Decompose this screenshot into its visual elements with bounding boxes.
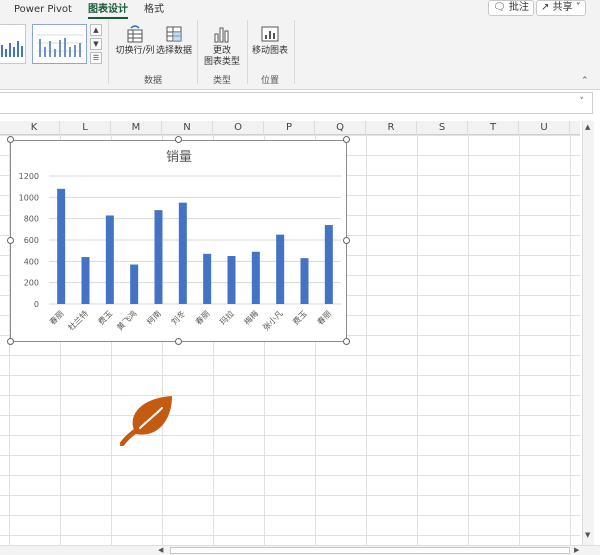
comments-button[interactable]: 🗨 批注: [488, 0, 534, 16]
ribbon-divider: [247, 20, 248, 84]
column-header-row: KLMNOPQRSTU: [0, 121, 580, 135]
resize-handle-right[interactable]: [343, 237, 350, 244]
ribbon-divider: [108, 20, 109, 84]
chart-title: 销量: [166, 150, 192, 165]
scroll-down-icon[interactable]: ▼: [585, 531, 590, 539]
tab-format[interactable]: 格式: [144, 3, 164, 17]
bar[interactable]: [324, 225, 333, 304]
resize-handle-left[interactable]: [7, 237, 14, 244]
ribbon-divider: [294, 20, 295, 84]
column-header[interactable]: U: [519, 121, 570, 135]
leaf-icon[interactable]: [120, 392, 176, 446]
switch-row-column-button[interactable]: 切换行/列: [114, 24, 156, 57]
scroll-up-icon[interactable]: ▲: [585, 123, 590, 131]
formula-bar[interactable]: ˅: [0, 92, 593, 114]
bar[interactable]: [300, 258, 309, 304]
chart-style-thumbnail[interactable]: [0, 24, 26, 64]
scroll-right-icon[interactable]: ▶: [574, 546, 579, 554]
bar[interactable]: [105, 215, 114, 304]
x-tick-label: 刘冬: [169, 308, 187, 326]
column-header[interactable]: S: [417, 121, 468, 135]
x-tick-label: 杜兰特: [66, 308, 90, 332]
x-tick-label: 春丽: [47, 308, 65, 326]
x-tick-label: 柯南: [145, 308, 163, 326]
change-chart-type-button[interactable]: 更改 图表类型: [202, 24, 242, 68]
bar-chart: 销量 020040060080010001200 春丽 杜兰特 费玉 黄飞鸿 柯南 刘冬春…: [19, 150, 341, 332]
column-header[interactable]: K: [9, 121, 60, 135]
y-tick-label: 1200: [19, 172, 39, 181]
gallery-scroll-up-button[interactable]: ▲: [90, 24, 102, 36]
ribbon: Power Pivot 图表设计 格式 🗨 批注 ↗ 共享 ˅ ▲ ▼ ☰ 切换…: [0, 0, 600, 90]
x-tick-label: 春丽: [315, 308, 333, 326]
x-tick-label: 梅梅: [242, 308, 260, 326]
move-chart-button[interactable]: 移动图表: [251, 24, 289, 57]
column-header[interactable]: M: [111, 121, 162, 135]
bar[interactable]: [81, 257, 90, 304]
resize-handle-top-left[interactable]: [7, 136, 14, 143]
expand-formula-bar-icon[interactable]: ˅: [580, 97, 585, 107]
select-data-button[interactable]: 选择数据: [155, 24, 193, 57]
move-chart-icon: [261, 26, 279, 42]
tab-chart-design[interactable]: 图表设计: [88, 3, 128, 19]
resize-handle-bottom[interactable]: [175, 338, 182, 345]
column-header[interactable]: P: [264, 121, 315, 135]
collapse-ribbon-icon[interactable]: ⌃: [581, 76, 589, 86]
share-button[interactable]: ↗ 共享 ˅: [536, 0, 586, 16]
bar[interactable]: [130, 264, 139, 304]
select-data-icon: [166, 26, 182, 42]
share-icon: ↗: [541, 2, 550, 13]
group-label-type: 类型: [213, 76, 232, 86]
gallery-scroll-down-button[interactable]: ▼: [90, 38, 102, 50]
column-header[interactable]: N: [162, 121, 213, 135]
bar[interactable]: [251, 251, 260, 304]
gallery-more-button[interactable]: ☰: [90, 52, 102, 64]
horizontal-scrollbar[interactable]: ◀ ▶: [0, 545, 600, 555]
y-tick-label: 800: [24, 215, 39, 224]
x-tick-label: 张小凡: [261, 309, 284, 332]
column-header[interactable]: R: [366, 121, 417, 135]
column-header[interactable]: L: [60, 121, 111, 135]
resize-handle-bottom-right[interactable]: [343, 338, 350, 345]
group-label-location: 位置: [261, 76, 280, 86]
chart-style-preview-icon: [1, 41, 23, 57]
resize-handle-bottom-left[interactable]: [7, 338, 14, 345]
chart-area[interactable]: 销量 0 200 400 600 800 1000 1200 春丽 杜兰特 费玉 黄飞鸿 柯南 刘冬春…: [10, 140, 347, 342]
y-tick-label: 400: [24, 257, 39, 266]
change-chart-type-icon: [214, 27, 229, 43]
scroll-left-icon[interactable]: ◀: [158, 546, 163, 554]
x-tick-label: 费玉: [96, 308, 114, 326]
x-tick-label: 玛拉: [218, 308, 236, 326]
switch-row-column-icon: [127, 25, 143, 43]
chevron-down-icon: ˅: [575, 2, 581, 13]
y-tick-label: 200: [24, 279, 39, 288]
x-tick-label: 黄飞鸿: [115, 308, 139, 332]
column-header[interactable]: O: [213, 121, 264, 135]
bar[interactable]: [227, 256, 236, 304]
bar[interactable]: [154, 210, 163, 304]
y-tick-label: 600: [24, 236, 39, 245]
vertical-scrollbar[interactable]: ▲ ▼: [582, 121, 594, 545]
chart-style-thumbnail-selected[interactable]: [32, 24, 87, 64]
column-header[interactable]: T: [468, 121, 519, 135]
chart-style-preview-icon: [37, 34, 83, 57]
y-tick-label: 0: [34, 300, 39, 309]
resize-handle-top-right[interactable]: [343, 136, 350, 143]
comment-icon: 🗨: [493, 2, 506, 13]
ribbon-divider: [197, 20, 198, 84]
bar[interactable]: [276, 234, 285, 304]
horizontal-scroll-thumb[interactable]: [170, 547, 570, 554]
y-tick-label: 1000: [19, 193, 39, 202]
bar[interactable]: [178, 202, 187, 304]
x-tick-label: 春丽: [193, 308, 211, 326]
x-tick-label: 费玉: [291, 308, 309, 326]
resize-handle-top[interactable]: [175, 136, 182, 143]
column-header[interactable]: Q: [315, 121, 366, 135]
tab-power-pivot[interactable]: Power Pivot: [14, 3, 72, 17]
bar[interactable]: [57, 188, 66, 304]
bar[interactable]: [203, 253, 212, 304]
group-label-data: 数据: [144, 76, 163, 86]
